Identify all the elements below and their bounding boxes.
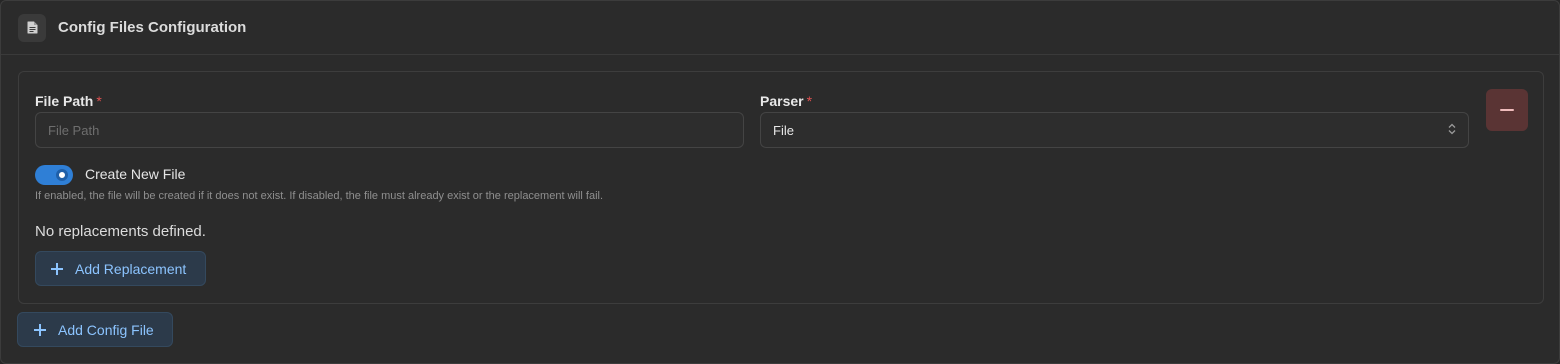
minus-icon — [1500, 109, 1514, 111]
parser-label: Parser * — [760, 93, 812, 109]
add-replacement-label: Add Replacement — [75, 260, 187, 277]
file-path-input[interactable] — [35, 112, 744, 148]
add-config-file-label: Add Config File — [58, 321, 154, 338]
create-new-file-toggle[interactable] — [35, 165, 73, 185]
config-files-panel: Config Files Configuration File Path* Pa… — [0, 0, 1560, 364]
create-new-file-help: If enabled, the file will be created if … — [35, 190, 604, 202]
parser-select[interactable]: File — [760, 112, 1469, 148]
panel-header: Config Files Configuration — [1, 1, 1559, 55]
parser-selected-value: File — [773, 122, 794, 138]
required-marker: * — [806, 93, 813, 109]
required-marker: * — [96, 93, 102, 109]
config-file-card: File Path* Parser* File Create New File … — [18, 71, 1544, 304]
chevron-up-down-icon — [1448, 123, 1456, 138]
add-replacement-button[interactable]: Add Replacement — [35, 251, 206, 286]
file-path-label-text: File Path — [35, 93, 94, 109]
plus-icon — [51, 262, 63, 275]
document-icon — [18, 13, 46, 42]
add-config-file-button[interactable]: Add Config File — [17, 312, 173, 347]
plus-icon — [34, 323, 46, 336]
no-replacements-message: No replacements defined. — [35, 223, 206, 240]
create-new-file-label: Create New File — [85, 166, 186, 182]
page-title: Config Files Configuration — [58, 19, 247, 36]
remove-config-file-button[interactable] — [1486, 89, 1528, 131]
parser-label-text: Parser — [760, 93, 804, 109]
file-path-label: File Path * — [35, 93, 102, 109]
toggle-knob — [56, 169, 68, 181]
